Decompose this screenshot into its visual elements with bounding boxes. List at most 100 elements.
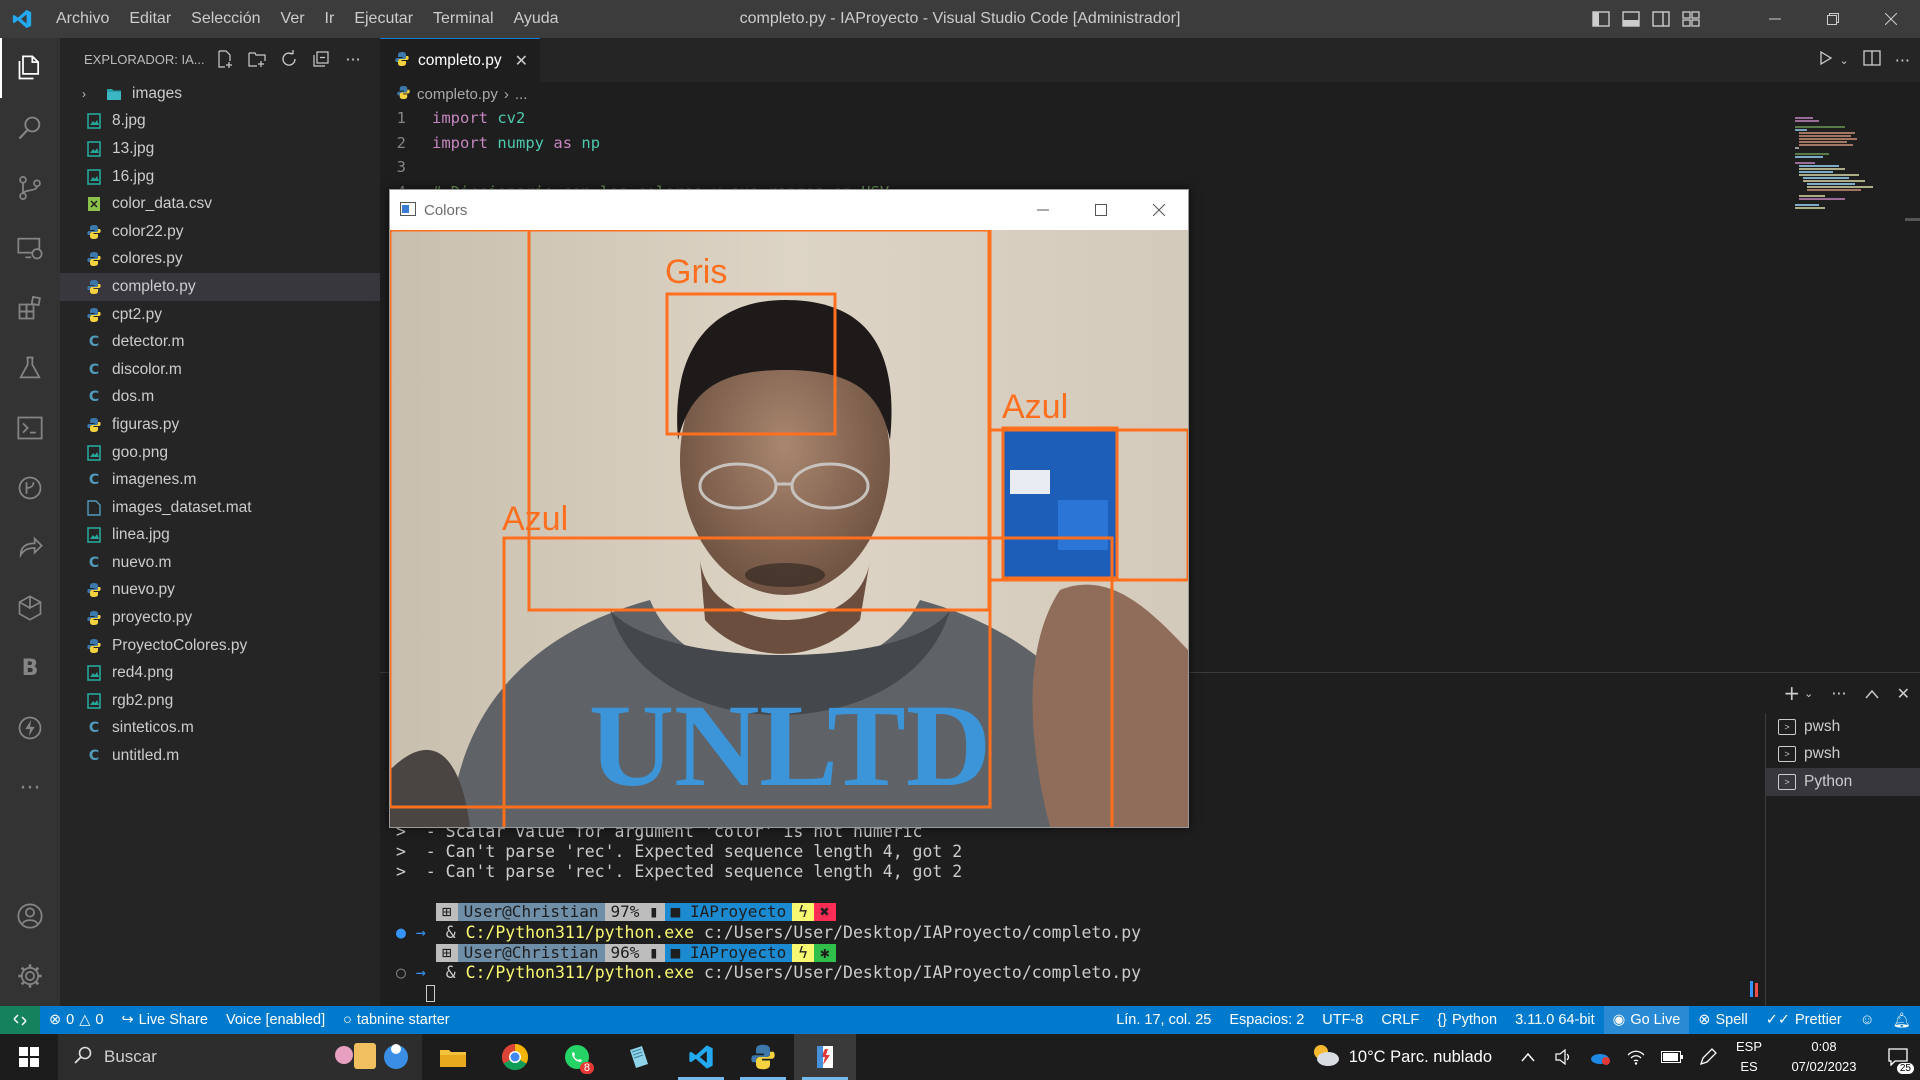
tree-file[interactable]: ProyectoColores.py <box>60 632 380 660</box>
gear-icon[interactable] <box>0 946 60 1006</box>
run-dropdown-chevron-icon[interactable]: ⌄ <box>1840 54 1849 67</box>
close-tab-icon[interactable]: ✕ <box>515 51 528 70</box>
tree-file[interactable]: 16.jpg <box>60 163 380 191</box>
terminal-tab-python[interactable]: > Python <box>1766 768 1920 796</box>
tree-file[interactable]: images_dataset.mat <box>60 494 380 522</box>
notifications-bell-icon[interactable]: 🔔︎ <box>1884 1006 1920 1034</box>
cursor-position[interactable]: Lín. 17, col. 25 <box>1107 1006 1220 1034</box>
remote-indicator-icon[interactable] <box>0 1006 40 1034</box>
input-language[interactable]: ESP ES <box>1726 1037 1772 1077</box>
prettier-status[interactable]: ✓✓ Prettier <box>1757 1006 1851 1034</box>
tree-file[interactable]: color_data.csv <box>60 190 380 218</box>
lightning-icon[interactable] <box>0 698 60 758</box>
colors-window[interactable]: Colors UNLTD Gris Azul Azul <box>389 189 1189 828</box>
refresh-icon[interactable] <box>278 48 300 70</box>
search-icon[interactable] <box>0 98 60 158</box>
minimap[interactable] <box>1785 108 1905 268</box>
tree-file[interactable]: Cnuevo.m <box>60 549 380 577</box>
customize-layout-icon[interactable] <box>1676 0 1706 38</box>
live-share-icon[interactable] <box>0 518 60 578</box>
tree-file[interactable]: cpt2.py <box>60 301 380 329</box>
toggle-sidebar-icon[interactable] <box>1586 0 1616 38</box>
tree-file[interactable]: Cdiscolor.m <box>60 356 380 384</box>
split-editor-icon[interactable] <box>1863 50 1881 70</box>
tree-file[interactable]: 8.jpg <box>60 108 380 136</box>
menu-ayuda[interactable]: Ayuda <box>504 0 569 38</box>
battery-icon[interactable] <box>1654 1034 1690 1080</box>
vscode-logo-icon[interactable] <box>0 0 44 38</box>
tree-file[interactable]: Csinteticos.m <box>60 715 380 743</box>
menu-archivo[interactable]: Archivo <box>46 0 119 38</box>
menu-seleccion[interactable]: Selección <box>181 0 270 38</box>
tree-file[interactable]: linea.jpg <box>60 522 380 550</box>
gitlens-icon[interactable] <box>0 458 60 518</box>
menu-terminal[interactable]: Terminal <box>423 0 503 38</box>
more-actions-icon[interactable]: ··· <box>342 48 364 70</box>
tree-file[interactable]: Cimagenes.m <box>60 466 380 494</box>
feedback-icon[interactable]: ☺ <box>1851 1006 1884 1034</box>
python-app-icon[interactable] <box>732 1034 794 1080</box>
cv-maximize-icon[interactable] <box>1072 190 1130 230</box>
terminal-tab-pwsh[interactable]: > pwsh <box>1766 741 1920 769</box>
maximize-panel-icon[interactable] <box>1865 684 1879 703</box>
menu-ejecutar[interactable]: Ejecutar <box>344 0 423 38</box>
live-share-status[interactable]: ↪ Live Share <box>112 1006 216 1034</box>
cv-minimize-icon[interactable] <box>1014 190 1072 230</box>
source-control-icon[interactable] <box>0 158 60 218</box>
python-interpreter[interactable]: 3.11.0 64-bit <box>1506 1006 1604 1034</box>
menu-ir[interactable]: Ir <box>315 0 345 38</box>
show-hidden-icons-chevron-icon[interactable] <box>1510 1034 1546 1080</box>
terminal-tab-pwsh[interactable]: > pwsh <box>1766 713 1920 741</box>
restore-icon[interactable] <box>1804 0 1862 38</box>
editor-more-icon[interactable]: ··· <box>1895 51 1910 70</box>
weather-text[interactable]: 10°C Parc. nublado <box>1349 1048 1492 1067</box>
terminal-dropdown-chevron-icon[interactable]: ⌄ <box>1804 687 1813 700</box>
remote-explorer-icon[interactable] <box>0 218 60 278</box>
onedrive-sync-icon[interactable] <box>1582 1034 1618 1080</box>
tree-file[interactable]: 13.jpg <box>60 135 380 163</box>
close-window-icon[interactable] <box>1862 0 1920 38</box>
accounts-icon[interactable] <box>0 886 60 946</box>
tree-file[interactable]: color22.py <box>60 218 380 246</box>
docker-icon[interactable] <box>0 578 60 638</box>
tree-file[interactable]: Cdos.m <box>60 384 380 412</box>
breadcrumb-symbol[interactable]: ... <box>515 86 528 103</box>
testing-icon[interactable] <box>0 338 60 398</box>
collapse-all-icon[interactable] <box>310 48 332 70</box>
notepad-app-icon[interactable] <box>608 1034 670 1080</box>
file-explorer-app-icon[interactable] <box>422 1034 484 1080</box>
b-extension-icon[interactable]: B <box>0 638 60 698</box>
tree-file[interactable]: Cdetector.m <box>60 328 380 356</box>
indentation[interactable]: Espacios: 2 <box>1220 1006 1313 1034</box>
tree-file[interactable]: completo.py <box>60 273 380 301</box>
opencv-colors-app-icon[interactable] <box>794 1034 856 1080</box>
breadcrumb-file[interactable]: completo.py <box>417 86 498 103</box>
panel-more-icon[interactable]: ··· <box>1831 684 1846 703</box>
go-live-button[interactable]: ◉ Go Live <box>1603 1006 1690 1034</box>
more-views-icon[interactable]: ··· <box>0 758 60 818</box>
minimize-icon[interactable] <box>1746 0 1804 38</box>
toggle-panel-icon[interactable] <box>1616 0 1646 38</box>
voice-status[interactable]: Voice [enabled] <box>217 1006 334 1034</box>
tabnine-status[interactable]: ○ tabnine starter <box>334 1006 458 1034</box>
camera-frame[interactable]: UNLTD Gris Azul Azul <box>390 230 1188 827</box>
tree-file[interactable]: colores.py <box>60 246 380 274</box>
encoding[interactable]: UTF-8 <box>1313 1006 1372 1034</box>
new-folder-icon[interactable] <box>246 48 268 70</box>
tree-file[interactable]: rgb2.png <box>60 687 380 715</box>
windows-start-icon[interactable] <box>0 1034 58 1080</box>
explorer-icon[interactable] <box>0 38 60 98</box>
run-icon[interactable] <box>1818 50 1834 70</box>
scrollbar-thumb[interactable] <box>1905 218 1920 221</box>
volume-icon[interactable] <box>1546 1034 1582 1080</box>
colors-window-titlebar[interactable]: Colors <box>390 190 1188 230</box>
cv-close-icon[interactable] <box>1130 190 1188 230</box>
problems-status[interactable]: ⊗ 0 △ 0 <box>40 1006 112 1034</box>
extensions-icon[interactable] <box>0 278 60 338</box>
spell-status[interactable]: ⊗ Spell <box>1689 1006 1756 1034</box>
weather-icon[interactable] <box>1309 1041 1341 1074</box>
tree-file[interactable]: proyecto.py <box>60 604 380 632</box>
vscode-app-icon[interactable] <box>670 1034 732 1080</box>
new-terminal-icon[interactable]: + <box>1783 681 1800 705</box>
clock[interactable]: 0:08 07/02/2023 <box>1772 1037 1876 1077</box>
